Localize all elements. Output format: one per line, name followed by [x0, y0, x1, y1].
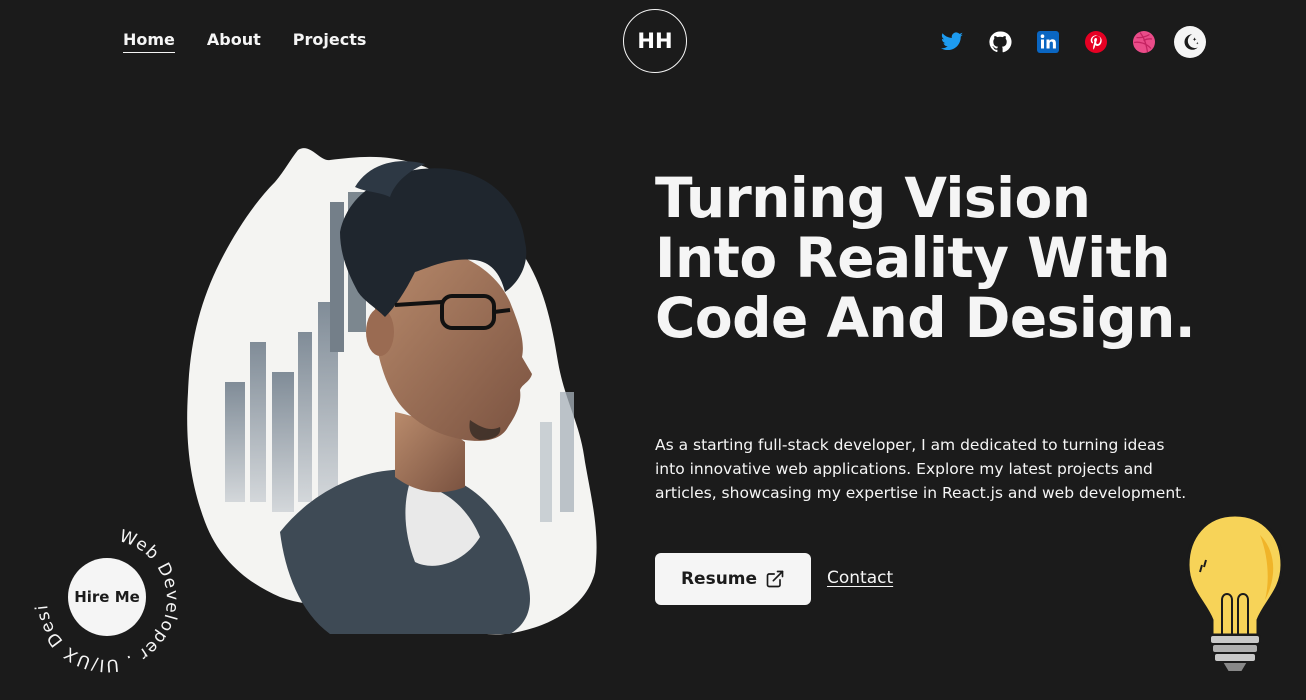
nav-link-projects[interactable]: Projects [293, 30, 367, 53]
social-links [938, 26, 1206, 58]
linkedin-icon[interactable] [1034, 28, 1062, 56]
pinterest-icon[interactable] [1082, 28, 1110, 56]
contact-link[interactable]: Contact [827, 568, 893, 588]
top-nav: Home About Projects HH [0, 0, 1306, 82]
nav-link-about[interactable]: About [207, 30, 261, 53]
resume-button[interactable]: Resume [655, 553, 811, 605]
lightbulb-icon [1180, 510, 1290, 680]
hire-me-badge: Web Developer . UI/UX Designer . Hire Me [21, 505, 187, 680]
external-link-icon [766, 570, 784, 588]
developer-portrait [180, 142, 605, 637]
hire-me-button[interactable]: Hire Me [68, 558, 146, 636]
twitter-icon[interactable] [938, 28, 966, 56]
resume-button-label: Resume [680, 569, 758, 589]
hero-headline: Turning Vision Into Reality With Code An… [655, 166, 1196, 350]
hero-intro: As a starting full-stack developer, I am… [655, 436, 1187, 502]
dribbble-icon[interactable] [1130, 28, 1158, 56]
moon-icon[interactable] [1174, 26, 1206, 58]
site-logo[interactable]: HH [623, 9, 687, 73]
nav-links: Home About Projects [123, 30, 366, 53]
github-icon[interactable] [986, 28, 1014, 56]
nav-link-home[interactable]: Home [123, 30, 175, 53]
